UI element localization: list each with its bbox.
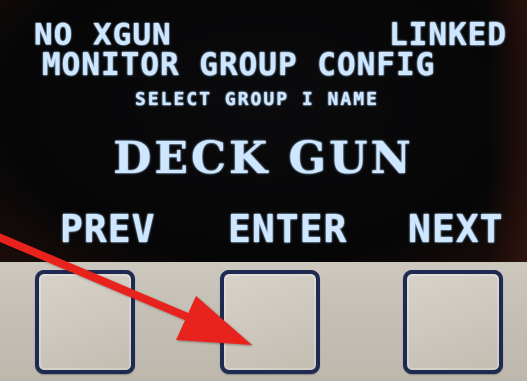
device-photo: NO XGUN LINKED MONITOR GROUP CONFIG SELE… bbox=[0, 0, 527, 381]
screen-title: MONITOR GROUP CONFIG bbox=[42, 47, 436, 83]
screen-subtitle: SELECT GROUP I NAME bbox=[135, 89, 379, 110]
enter-key[interactable] bbox=[220, 270, 320, 374]
prev-key[interactable] bbox=[35, 270, 135, 374]
softkey-prev-label: PREV bbox=[60, 207, 156, 251]
oled-display: NO XGUN LINKED MONITOR GROUP CONFIG SELE… bbox=[0, 0, 527, 262]
next-key[interactable] bbox=[403, 270, 503, 374]
keypad-panel bbox=[0, 262, 527, 381]
xgun-status: NO XGUN bbox=[34, 17, 172, 53]
selected-group-name: DECK GUN bbox=[113, 133, 414, 184]
softkey-enter-label: ENTER bbox=[228, 207, 348, 251]
softkey-next-label: NEXT bbox=[408, 207, 504, 251]
